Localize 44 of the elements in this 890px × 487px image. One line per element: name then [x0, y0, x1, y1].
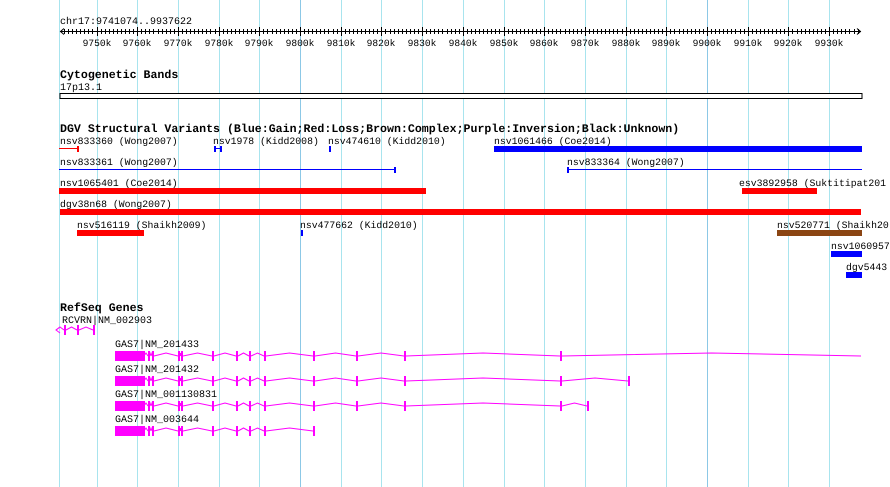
tick-label: 9750k	[82, 38, 112, 49]
variant-label: nsv1061466 (Coe2014)	[494, 136, 612, 147]
variant-label: nsv477662 (Kidd2010)	[300, 220, 418, 231]
gene-label: GAS7|NM_201432	[115, 365, 200, 376]
tick-label: 9770k	[164, 38, 192, 49]
variant-label: dgv5443	[846, 262, 888, 273]
tick-label: 9870k	[570, 38, 600, 49]
tick-label: 9900k	[692, 38, 722, 49]
tick-label: 9910k	[734, 38, 762, 49]
gene-label: GAS7|NM_201433	[115, 340, 200, 351]
variant-label: nsv833361 (Wong2007)	[60, 157, 178, 168]
track-title: DGV Structural Variants (Blue:Gain;Red:Loss;Brown:Complex;Purple:Inversion;Black:Unknown)	[60, 123, 680, 136]
tick-label: 9800k	[286, 38, 314, 49]
tick-label: 9860k	[530, 38, 558, 49]
tick-label: 9850k	[490, 38, 518, 49]
tick-label: 9930k	[814, 38, 844, 49]
track-title: Cytogenetic Bands	[60, 69, 178, 82]
track-title: RefSeq Genes	[60, 302, 144, 315]
gene-label: RCVRN|NM_002903	[62, 316, 152, 327]
variant-label: nsv474610 (Kidd2010)	[328, 136, 446, 147]
gene-model-drawing	[55, 325, 95, 335]
variant-label: nsv520771 (Shaikh20	[777, 220, 889, 231]
variant-label: nsv833360 (Wong2007)	[60, 136, 178, 147]
tick-label: 9830k	[408, 38, 436, 49]
variant-label: esv3892958 (Suktitipat201	[739, 178, 886, 189]
variant-label: dgv38n68 (Wong2007)	[60, 199, 172, 210]
location-label: chr17:9741074..9937622	[60, 17, 192, 28]
tick-label: 9880k	[612, 38, 640, 49]
tick-label: 9760k	[122, 38, 152, 49]
variant-label: nsv1065401 (Coe2014)	[60, 178, 178, 189]
tick-label: 9780k	[204, 38, 234, 49]
tick-label: 9790k	[244, 38, 274, 49]
tick-label: 9890k	[652, 38, 680, 49]
gene-label: GAS7|NM_003644	[115, 415, 200, 426]
variant-label: nsv1978 (Kidd2008)	[213, 136, 319, 147]
variant-label: nsv833364 (Wong2007)	[567, 157, 685, 168]
variant-label: nsv516119 (Shaikh2009)	[77, 220, 206, 231]
band-label: 17p13.1	[60, 83, 102, 94]
tick-label: 9840k	[448, 38, 478, 49]
tick-label: 9810k	[326, 38, 356, 49]
tick-label: 9920k	[774, 38, 802, 49]
tick-label: 9820k	[366, 38, 396, 49]
gene-label: GAS7|NM_001130831	[115, 390, 218, 401]
variant-label: nsv1060957	[831, 241, 890, 252]
